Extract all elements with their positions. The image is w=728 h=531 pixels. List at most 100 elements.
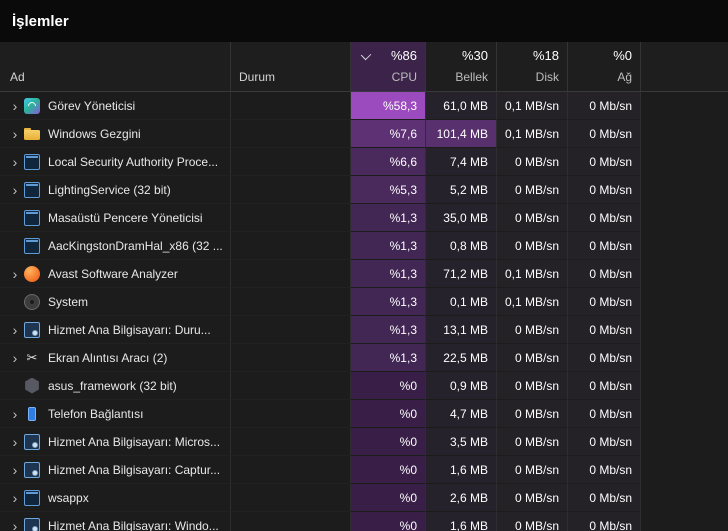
table-row[interactable]: › asus_framework (32 bit) %0 0,9 MB 0 MB… xyxy=(0,372,728,400)
row-filler xyxy=(640,148,728,176)
expand-chevron-icon[interactable]: › xyxy=(6,183,24,197)
process-network-value: 0 Mb/sn xyxy=(567,148,640,176)
process-status xyxy=(230,428,350,456)
process-disk-value: 0 MB/sn xyxy=(496,176,567,204)
process-name-cell: › Görev Yöneticisi xyxy=(0,92,230,120)
row-filler xyxy=(640,176,728,204)
table-row[interactable]: › wsappx %0 2,6 MB 0 MB/sn 0 Mb/sn xyxy=(0,484,728,512)
process-disk-value: 0,1 MB/sn xyxy=(496,120,567,148)
column-header-name-label: Ad xyxy=(10,70,25,84)
process-cpu-value: %1,3 xyxy=(350,344,425,372)
table-row[interactable]: › Görev Yöneticisi %58,3 61,0 MB 0,1 MB/… xyxy=(0,92,728,120)
process-cpu-value: %0 xyxy=(350,400,425,428)
process-table: Ad Durum %86 CPU %30 Bellek %18 Disk %0 … xyxy=(0,42,728,531)
column-header-status[interactable]: Durum xyxy=(230,42,350,91)
process-icon xyxy=(24,293,40,310)
table-row[interactable]: › Avast Software Analyzer %1,3 71,2 MB 0… xyxy=(0,260,728,288)
process-icon xyxy=(25,377,39,394)
table-row[interactable]: › LightingService (32 bit) %5,3 5,2 MB 0… xyxy=(0,176,728,204)
table-row[interactable]: › Ekran Alıntısı Aracı (2) %1,3 22,5 MB … xyxy=(0,344,728,372)
process-network-value: 0 Mb/sn xyxy=(567,260,640,288)
process-memory-value: 2,6 MB xyxy=(425,484,496,512)
expand-chevron-icon[interactable]: › xyxy=(6,267,24,281)
table-row[interactable]: › Local Security Authority Proce... %6,6… xyxy=(0,148,728,176)
process-memory-value: 0,9 MB xyxy=(425,372,496,400)
process-name-cell: › AacKingstonDramHal_x86 (32 ... xyxy=(0,232,230,260)
process-disk-value: 0 MB/sn xyxy=(496,400,567,428)
expand-chevron-icon[interactable]: › xyxy=(6,155,24,169)
process-memory-value: 71,2 MB xyxy=(425,260,496,288)
process-name-cell: › Hizmet Ana Bilgisayarı: Captur... xyxy=(0,456,230,484)
process-icon xyxy=(24,97,40,114)
process-network-value: 0 Mb/sn xyxy=(567,400,640,428)
table-row[interactable]: › Masaüstü Pencere Yöneticisi %1,3 35,0 … xyxy=(0,204,728,232)
process-name: wsappx xyxy=(48,490,89,505)
column-header-memory-label: Bellek xyxy=(455,70,488,84)
process-network-value: 0 Mb/sn xyxy=(567,288,640,316)
process-cpu-value: %6,6 xyxy=(350,148,425,176)
expand-chevron-icon[interactable]: › xyxy=(6,435,24,449)
expand-chevron-icon[interactable]: › xyxy=(6,491,24,505)
column-header-memory[interactable]: %30 Bellek xyxy=(425,42,496,91)
row-filler xyxy=(640,120,728,148)
process-icon xyxy=(24,209,40,226)
process-status xyxy=(230,92,350,120)
process-disk-value: 0 MB/sn xyxy=(496,344,567,372)
column-header-network-label: Ağ xyxy=(617,70,632,84)
expand-chevron-icon[interactable]: › xyxy=(6,463,24,477)
process-memory-value: 1,6 MB xyxy=(425,456,496,484)
process-status xyxy=(230,260,350,288)
process-cpu-value: %58,3 xyxy=(350,92,425,120)
column-header-name[interactable]: Ad xyxy=(0,42,230,91)
process-name: System xyxy=(48,294,89,309)
process-icon xyxy=(24,153,40,170)
table-row[interactable]: › Telefon Bağlantısı %0 4,7 MB 0 MB/sn 0… xyxy=(0,400,728,428)
expand-chevron-icon[interactable]: › xyxy=(6,323,24,337)
process-status xyxy=(230,148,350,176)
process-name-cell: › Avast Software Analyzer xyxy=(0,260,230,288)
process-network-value: 0 Mb/sn xyxy=(567,456,640,484)
process-memory-value: 7,4 MB xyxy=(425,148,496,176)
process-status xyxy=(230,316,350,344)
row-filler xyxy=(640,288,728,316)
process-icon xyxy=(24,489,40,506)
process-network-value: 0 Mb/sn xyxy=(567,120,640,148)
process-network-value: 0 Mb/sn xyxy=(567,92,640,120)
process-status xyxy=(230,512,350,531)
table-row[interactable]: › Windows Gezgini %7,6 101,4 MB 0,1 MB/s… xyxy=(0,120,728,148)
process-memory-value: 0,1 MB xyxy=(425,288,496,316)
table-row[interactable]: › System %1,3 0,1 MB 0,1 MB/sn 0 Mb/sn xyxy=(0,288,728,316)
expand-chevron-icon[interactable]: › xyxy=(6,99,24,113)
expand-chevron-icon[interactable]: › xyxy=(6,407,24,421)
column-header-cpu[interactable]: %86 CPU xyxy=(350,42,425,91)
process-memory-value: 13,1 MB xyxy=(425,316,496,344)
process-disk-value: 0 MB/sn xyxy=(496,512,567,531)
process-icon xyxy=(24,350,40,366)
process-memory-value: 22,5 MB xyxy=(425,344,496,372)
process-memory-value: 4,7 MB xyxy=(425,400,496,428)
table-row[interactable]: › Hizmet Ana Bilgisayarı: Duru... %1,3 1… xyxy=(0,316,728,344)
process-memory-value: 35,0 MB xyxy=(425,204,496,232)
expand-chevron-icon[interactable]: › xyxy=(6,127,24,141)
process-status xyxy=(230,372,350,400)
table-row[interactable]: › AacKingstonDramHal_x86 (32 ... %1,3 0,… xyxy=(0,232,728,260)
process-icon xyxy=(24,406,40,422)
process-disk-value: 0 MB/sn xyxy=(496,428,567,456)
process-disk-value: 0,1 MB/sn xyxy=(496,92,567,120)
process-name: Windows Gezgini xyxy=(48,126,141,141)
process-disk-value: 0 MB/sn xyxy=(496,372,567,400)
process-memory-value: 101,4 MB xyxy=(425,120,496,148)
process-disk-value: 0 MB/sn xyxy=(496,148,567,176)
column-header-network[interactable]: %0 Ağ xyxy=(567,42,640,91)
table-row[interactable]: › Hizmet Ana Bilgisayarı: Windo... %0 1,… xyxy=(0,512,728,531)
column-header-disk[interactable]: %18 Disk xyxy=(496,42,567,91)
process-name-cell: › wsappx xyxy=(0,484,230,512)
expand-chevron-icon[interactable]: › xyxy=(6,519,24,531)
process-name: Ekran Alıntısı Aracı (2) xyxy=(48,350,168,365)
process-name-cell: › Hizmet Ana Bilgisayarı: Micros... xyxy=(0,428,230,456)
table-row[interactable]: › Hizmet Ana Bilgisayarı: Micros... %0 3… xyxy=(0,428,728,456)
page-title: İşlemler xyxy=(12,12,69,30)
network-total-value: %0 xyxy=(613,48,632,63)
expand-chevron-icon[interactable]: › xyxy=(6,351,24,365)
table-row[interactable]: › Hizmet Ana Bilgisayarı: Captur... %0 1… xyxy=(0,456,728,484)
